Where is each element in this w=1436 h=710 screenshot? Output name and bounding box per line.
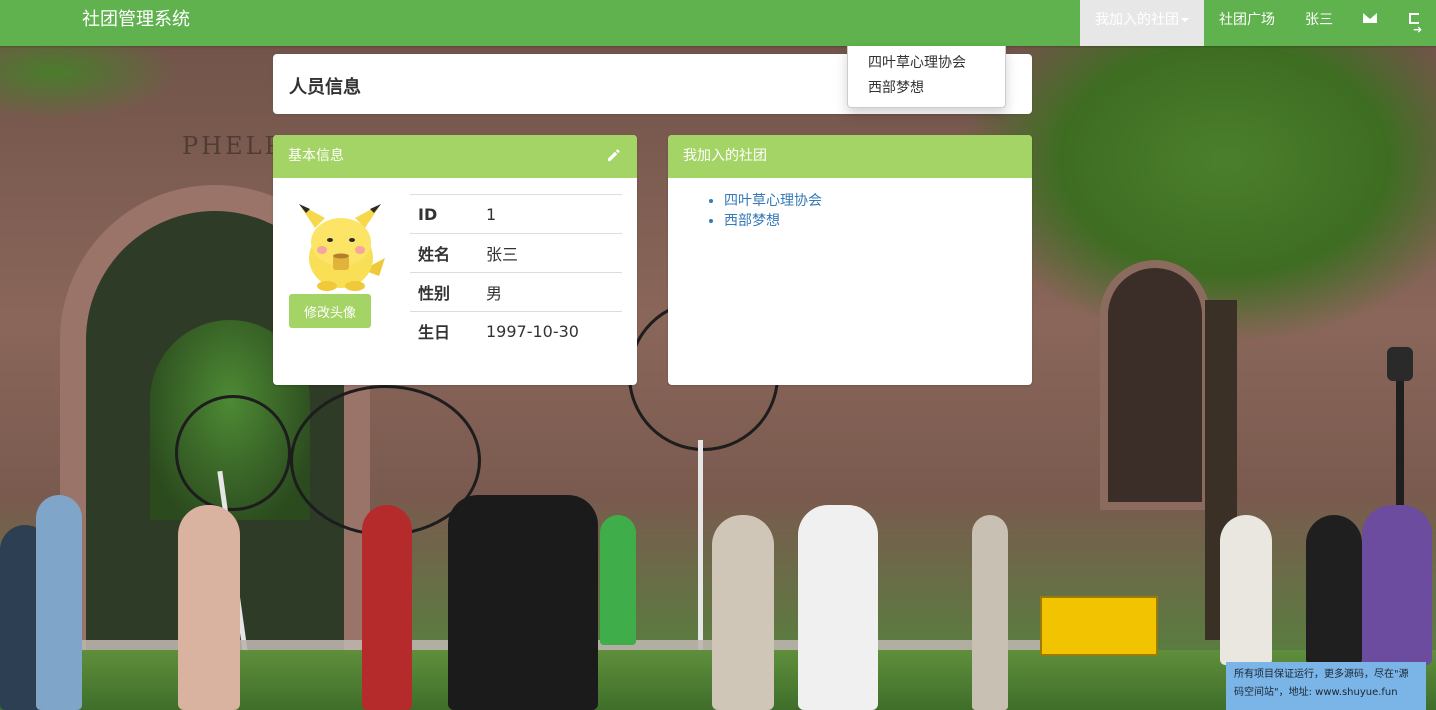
clubs-list: 四叶草心理协会 西部梦想 [706, 191, 822, 231]
field-value: 1997-10-30 [478, 311, 622, 350]
field-label: 生日 [410, 311, 478, 350]
my-clubs-heading: 我加入的社团 [668, 135, 1032, 178]
field-label: ID [410, 194, 478, 234]
list-item: 四叶草心理协会 [724, 191, 822, 211]
change-avatar-button[interactable]: 修改头像 [289, 294, 371, 328]
basic-info-heading: 基本信息 [273, 135, 637, 178]
club-link[interactable]: 西部梦想 [724, 213, 780, 229]
field-value: 男 [478, 272, 622, 312]
nav-user-name[interactable]: 张三 [1290, 0, 1348, 46]
source-site-note: 所有项目保证运行，更多源码，尽在"源码空间站"，地址: www.shuyue.f… [1226, 662, 1426, 710]
my-clubs-panel: 我加入的社团 四叶草心理协会 西部梦想 [668, 135, 1032, 385]
basic-info-heading-label: 基本信息 [288, 148, 344, 164]
my-clubs-dropdown-menu: 四叶草心理协会 西部梦想 [847, 46, 1006, 108]
page-title: 人员信息 [289, 77, 361, 98]
field-value: 张三 [478, 233, 622, 273]
field-label: 姓名 [410, 233, 478, 273]
nav-my-clubs-dropdown[interactable]: 我加入的社团 [1080, 0, 1204, 46]
table-row: 生日 1997-10-30 [410, 311, 622, 350]
club-link[interactable]: 四叶草心理协会 [724, 193, 822, 209]
basic-info-panel: 基本信息 修改头像 ID 1 姓名 张三 性别 男 生日 1997-10-30 [273, 135, 637, 385]
envelope-icon [1363, 13, 1377, 23]
caret-down-icon [1181, 18, 1189, 22]
nav-my-clubs-label: 我加入的社团 [1095, 12, 1179, 28]
list-item: 西部梦想 [724, 211, 822, 231]
brand-title[interactable]: 社团管理系统 [82, 0, 190, 46]
nav-mail-button[interactable] [1348, 0, 1392, 46]
field-value: 1 [478, 194, 622, 234]
table-row: 性别 男 [410, 272, 622, 312]
field-label: 性别 [410, 272, 478, 312]
table-row: 姓名 张三 [410, 233, 622, 273]
nav-club-square[interactable]: 社团广场 [1204, 0, 1290, 46]
nav-menu: 我加入的社团 社团广场 张三 [1080, 0, 1436, 50]
avatar-image [299, 204, 385, 291]
nav-logout-button[interactable] [1392, 0, 1436, 50]
top-navbar: 社团管理系统 我加入的社团 社团广场 张三 [0, 0, 1436, 50]
dropdown-item-club[interactable]: 西部梦想 [848, 76, 1005, 101]
pencil-icon[interactable] [606, 148, 621, 163]
table-row: ID 1 [410, 194, 622, 234]
basic-info-table: ID 1 姓名 张三 性别 男 生日 1997-10-30 [410, 194, 622, 350]
dropdown-item-club[interactable]: 四叶草心理协会 [848, 51, 1005, 76]
logout-icon [1409, 10, 1422, 50]
